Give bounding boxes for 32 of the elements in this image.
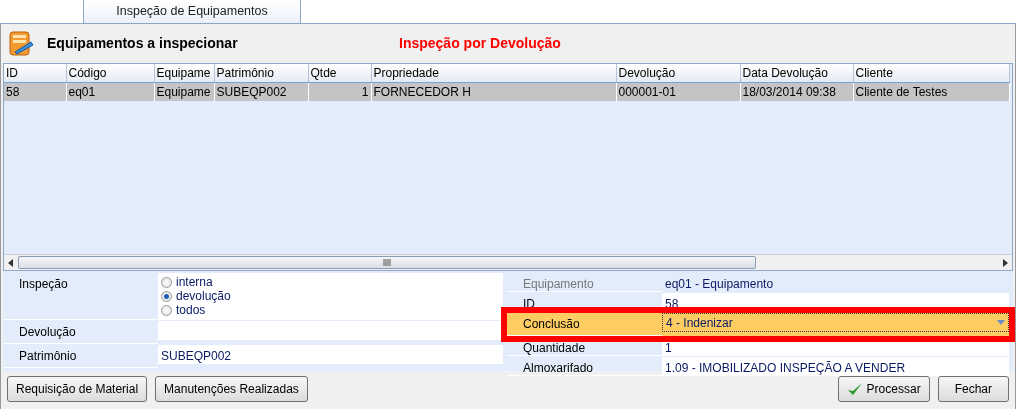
column-header[interactable]: Cliente <box>853 64 1009 83</box>
input-field[interactable]: 1.09 - IMOBILIZADO INSPEÇÃO A VENDER <box>662 357 1009 376</box>
column-header[interactable]: Equipame <box>154 64 214 83</box>
input-field[interactable]: SUBEQP002 <box>158 345 503 364</box>
action-button[interactable]: Requisição de Material <box>7 376 148 402</box>
column-header[interactable]: Código <box>66 64 154 83</box>
action-button[interactable]: Processar <box>837 376 930 402</box>
column-header[interactable]: Qtde <box>308 64 371 83</box>
action-button[interactable]: Fechar <box>937 376 1009 402</box>
radio-label: devolução <box>176 288 231 305</box>
action-button[interactable]: Manutenções Realizadas <box>155 376 308 402</box>
checkmark-icon <box>846 381 863 397</box>
column-header[interactable]: Propriedade <box>371 64 616 83</box>
radio-label: todos <box>176 303 206 319</box>
field-label: Quantidade <box>507 337 662 356</box>
column-header[interactable]: ID <box>4 64 66 83</box>
tab[interactable]: Inspeção de Equipamentos <box>83 0 301 23</box>
radio-button[interactable] <box>161 304 172 316</box>
book-icon <box>7 29 35 58</box>
column-header[interactable]: Data Devolução <box>740 64 853 83</box>
column-header[interactable]: Patrimônio <box>214 64 308 83</box>
column-header[interactable]: Devolução <box>616 64 740 83</box>
mode-label: Inspeção por Devolução <box>399 34 561 53</box>
radio-button[interactable] <box>161 290 172 302</box>
input-field[interactable] <box>158 321 503 340</box>
radio-button[interactable] <box>161 276 172 288</box>
dropdown-field[interactable]: 4 - Indenizar <box>662 313 1009 332</box>
dropdown-value: 4 - Indenizar <box>666 314 733 332</box>
dropdown-arrow-icon[interactable] <box>997 320 1005 325</box>
radio-label: interna <box>176 274 213 291</box>
scrollbar-thumb[interactable] <box>18 256 756 269</box>
section-title: Equipamentos a inspecionar <box>47 34 239 53</box>
